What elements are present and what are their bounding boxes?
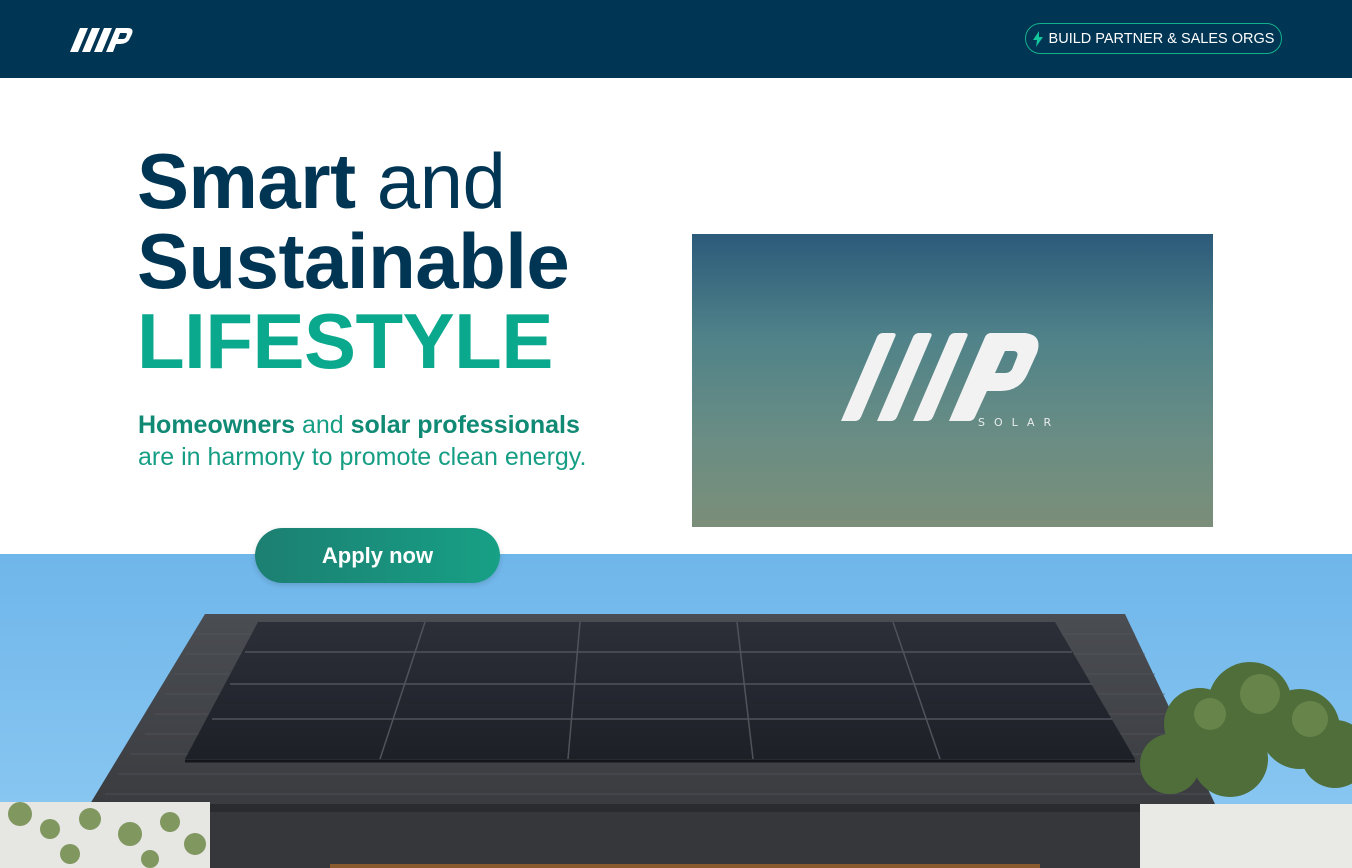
hero-sub-professionals: solar professionals [350,411,580,439]
hero-subtitle: Homeowners and solar professionals are i… [138,409,618,473]
hero-title-smart: Smart [137,137,356,225]
build-partner-label: BUILD PARTNER & SALES ORGS [1048,30,1275,47]
top-navbar: BUILD PARTNER & SALES ORGS [0,0,1352,78]
house-solar-roof-photo [0,554,1352,868]
apply-now-button[interactable]: Apply now [255,528,500,583]
hero-title-and: and [376,137,506,225]
brand-wordmark: SOLAR [978,416,1061,429]
hero-sub-and: and [301,411,344,439]
brand-card: SOLAR [692,234,1213,527]
hero-title-lifestyle: LIFESTYLE [137,297,553,385]
hero-sub-homeowners: Homeowners [138,411,295,439]
hero-sub-rest: are in harmony to promote clean energy. [138,443,587,471]
hero-title: Smart and Sustainable LIFESTYLE [137,141,570,385]
lightning-icon [1032,30,1043,47]
wp-logo-icon[interactable] [68,22,134,54]
build-partner-button[interactable]: BUILD PARTNER & SALES ORGS [1025,23,1282,54]
hero-title-sustainable: Sustainable [137,217,570,305]
wp-solar-logo [835,329,1045,429]
